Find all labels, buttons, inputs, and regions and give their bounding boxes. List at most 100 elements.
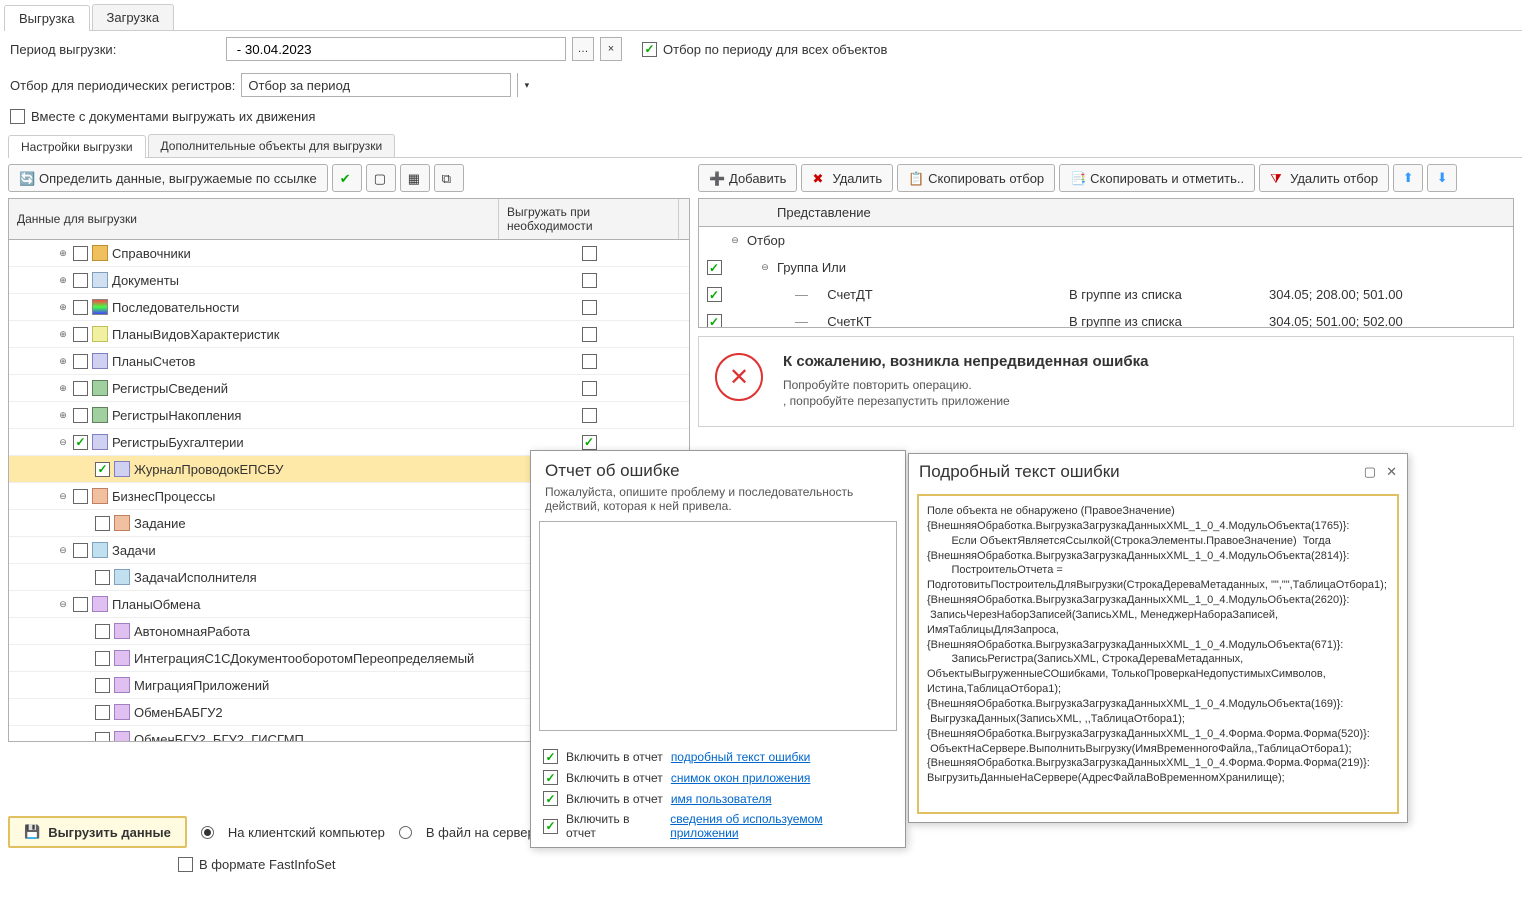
plan-icon: [114, 623, 130, 639]
filter-root-expander[interactable]: ⊖: [729, 235, 741, 247]
tree-checkbox[interactable]: [73, 543, 88, 558]
tree-checkbox[interactable]: [73, 597, 88, 612]
period-picker-button[interactable]: …: [572, 37, 594, 61]
period-clear-button[interactable]: ×: [600, 37, 622, 61]
move-down-button[interactable]: ⬇: [1427, 164, 1457, 192]
maximize-button[interactable]: ▢: [1364, 464, 1376, 480]
tree-expander[interactable]: [79, 571, 91, 583]
tree-checkbox[interactable]: [73, 354, 88, 369]
tree-checkbox[interactable]: [95, 516, 110, 531]
tree-checkbox[interactable]: [73, 300, 88, 315]
include-error-text-checkbox[interactable]: [543, 749, 558, 764]
delete-filter-button[interactable]: ⧩Удалить отбор: [1259, 164, 1389, 192]
tree-expander[interactable]: ⊕: [57, 328, 69, 340]
to-client-radio[interactable]: [201, 826, 214, 839]
tree-checkbox[interactable]: [73, 246, 88, 261]
tree-expander[interactable]: ⊖: [57, 490, 69, 502]
delete-filter-item-button[interactable]: ✖Удалить: [801, 164, 893, 192]
tree-row[interactable]: ⊕Справочники: [9, 240, 689, 267]
filter-row-0-checkbox[interactable]: [707, 287, 722, 302]
tree-expander[interactable]: [79, 706, 91, 718]
collapse-all-button[interactable]: ⧉: [434, 164, 464, 192]
on-demand-checkbox[interactable]: [582, 408, 597, 423]
tab-download[interactable]: Загрузка: [92, 4, 175, 30]
tree-expander[interactable]: ⊕: [57, 409, 69, 421]
tree-expander[interactable]: [79, 733, 91, 742]
tree-checkbox[interactable]: [95, 624, 110, 639]
tree-checkbox[interactable]: [73, 381, 88, 396]
tree-expander[interactable]: ⊖: [57, 544, 69, 556]
include-username-checkbox[interactable]: [543, 791, 558, 806]
expand-all-button[interactable]: ▦: [400, 164, 430, 192]
tree-expander[interactable]: [79, 652, 91, 664]
on-demand-checkbox[interactable]: [582, 435, 597, 450]
tree-expander[interactable]: ⊖: [57, 436, 69, 448]
tree-checkbox[interactable]: [95, 732, 110, 743]
filter-group-expander[interactable]: ⊖: [759, 262, 771, 274]
delete-filter-item-label: Удалить: [832, 171, 882, 186]
copy-and-mark-button[interactable]: 📑Скопировать и отметить..: [1059, 164, 1255, 192]
to-file-radio[interactable]: [399, 826, 412, 839]
include-error-text-link[interactable]: подробный текст ошибки: [671, 750, 811, 764]
error-details-body[interactable]: Поле объекта не обнаружено (ПравоеЗначен…: [917, 494, 1399, 814]
tree-row[interactable]: ⊕РегистрыНакопления: [9, 402, 689, 429]
tree-checkbox[interactable]: [73, 489, 88, 504]
filter-group-checkbox[interactable]: [707, 260, 722, 275]
tree-row[interactable]: ⊕Документы: [9, 267, 689, 294]
tree-row[interactable]: ⊕Последовательности: [9, 294, 689, 321]
tree-checkbox[interactable]: [73, 435, 88, 450]
tree-expander[interactable]: [79, 463, 91, 475]
copy-filter-button[interactable]: 📋Скопировать отбор: [897, 164, 1055, 192]
tree-checkbox[interactable]: [95, 678, 110, 693]
on-demand-checkbox[interactable]: [582, 354, 597, 369]
registers-filter-dropdown-icon[interactable]: ▾: [517, 73, 535, 97]
tree-checkbox[interactable]: [73, 327, 88, 342]
tree-checkbox[interactable]: [95, 462, 110, 477]
filter-row-1-checkbox[interactable]: [707, 314, 722, 328]
tree-expander[interactable]: ⊕: [57, 274, 69, 286]
tab-upload[interactable]: Выгрузка: [4, 5, 90, 31]
tree-row[interactable]: ⊕ РегистрыСведений: [9, 375, 689, 402]
check-all-button[interactable]: ✔: [332, 164, 362, 192]
on-demand-checkbox[interactable]: [582, 273, 597, 288]
on-demand-checkbox[interactable]: [582, 300, 597, 315]
registers-filter-select[interactable]: Отбор за период: [241, 73, 511, 97]
tree-expander[interactable]: ⊕: [57, 247, 69, 259]
include-appinfo-link[interactable]: сведения об используемом приложении: [670, 812, 893, 840]
tree-expander[interactable]: ⊕: [57, 355, 69, 367]
subtab-additional[interactable]: Дополнительные объекты для выгрузки: [148, 134, 396, 157]
uncheck-all-button[interactable]: ▢: [366, 164, 396, 192]
tree-checkbox[interactable]: [95, 570, 110, 585]
tree-expander[interactable]: [79, 625, 91, 637]
move-up-button[interactable]: ⬆: [1393, 164, 1423, 192]
period-input[interactable]: [226, 37, 566, 61]
on-demand-checkbox[interactable]: [582, 246, 597, 261]
error-report-textarea[interactable]: [539, 521, 897, 731]
include-screenshot-checkbox[interactable]: [543, 770, 558, 785]
tree-checkbox[interactable]: [73, 408, 88, 423]
tree-row[interactable]: ⊕ПланыВидовХарактеристик: [9, 321, 689, 348]
tree-row[interactable]: ⊕ПланыСчетов: [9, 348, 689, 375]
tree-checkbox[interactable]: [95, 705, 110, 720]
tree-expander[interactable]: [79, 517, 91, 529]
on-demand-checkbox[interactable]: [582, 327, 597, 342]
add-filter-button[interactable]: ➕Добавить: [698, 164, 797, 192]
on-demand-checkbox[interactable]: [582, 381, 597, 396]
tree-checkbox[interactable]: [73, 273, 88, 288]
tree-expander[interactable]: ⊖: [57, 598, 69, 610]
upload-data-button[interactable]: 💾 Выгрузить данные: [8, 816, 187, 848]
include-appinfo-checkbox[interactable]: [543, 819, 558, 834]
tree-expander[interactable]: [79, 679, 91, 691]
include-username-link[interactable]: имя пользователя: [671, 792, 772, 806]
define-linked-data-button[interactable]: 🔄 Определить данные, выгружаемые по ссыл…: [8, 164, 328, 192]
with-movements-checkbox[interactable]: [10, 109, 25, 124]
include-screenshot-link[interactable]: снимок окон приложения: [671, 771, 811, 785]
tree-expander[interactable]: ⊕: [57, 301, 69, 313]
tree-label: РегистрыСведений: [112, 381, 228, 396]
subtab-settings[interactable]: Настройки выгрузки: [8, 135, 146, 158]
filter-all-objects-checkbox[interactable]: [642, 42, 657, 57]
tree-checkbox[interactable]: [95, 651, 110, 666]
fastinfoset-checkbox[interactable]: [178, 857, 193, 872]
close-button[interactable]: ✕: [1386, 464, 1397, 480]
tree-expander[interactable]: ⊕: [57, 382, 69, 394]
